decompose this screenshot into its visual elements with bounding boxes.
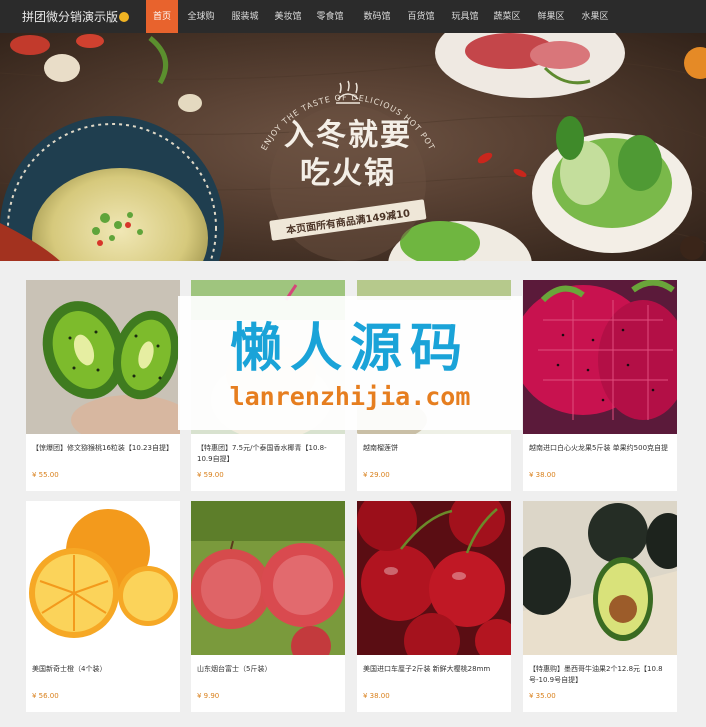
banner-headline-1: 入冬就要	[284, 118, 412, 153]
nav-item-home[interactable]: 首页	[146, 0, 178, 33]
product-card[interactable]: 美国新奇士橙（4个装） ¥ 56.00	[26, 501, 180, 712]
nav-item-fresh-fruit[interactable]: 鲜果区	[533, 0, 569, 33]
nav-item-vegetables[interactable]: 蔬菜区	[489, 0, 525, 33]
product-name: 越南进口白心火龙果5斤装 单果约500克自提	[529, 444, 669, 452]
apple-image	[191, 501, 345, 655]
product-name: 美国新奇士橙（4个装）	[32, 665, 107, 673]
hero-banner-art: ENJOY THE TASTE OF DELICIOUS HOT POT 入冬就…	[0, 33, 706, 261]
nav-item-department[interactable]: 百货馆	[403, 0, 439, 33]
product-price: ¥ 35.00	[529, 692, 556, 700]
site-title-text: 拼团微分销演示版	[22, 10, 119, 24]
product-card[interactable]: 【特惠购】墨西哥牛油果2个12.8元【10.8号-10.9号自提】 ¥ 35.0…	[523, 501, 677, 712]
product-card[interactable]: 越南进口白心火龙果5斤装 单果约500克自提 ¥ 38.00	[523, 280, 677, 491]
orange-image	[26, 501, 180, 655]
product-price: ¥ 38.00	[363, 692, 390, 700]
kiwi-image	[26, 280, 180, 434]
nav-item-global[interactable]: 全球购	[183, 0, 219, 33]
product-price: ¥ 9.90	[197, 692, 220, 700]
dragon-fruit-image	[523, 280, 677, 434]
watermark-cn: 懒人源码	[229, 319, 470, 379]
product-price: ¥ 38.00	[529, 471, 556, 479]
product-price: ¥ 59.00	[197, 471, 224, 479]
banner-headline-2: 吃火锅	[300, 156, 396, 191]
hero-banner[interactable]: ENJOY THE TASTE OF DELICIOUS HOT POT 入冬就…	[0, 33, 706, 261]
product-name: 美国进口车厘子2斤装 新鲜大樱桃28mm	[363, 665, 491, 673]
product-name: 越南榴莲饼	[363, 444, 398, 452]
product-card[interactable]: 山东烟台富士（5斤装） ¥ 9.90	[191, 501, 345, 712]
product-name: 山东烟台富士（5斤装）	[197, 665, 272, 673]
verified-badge-icon	[119, 12, 130, 22]
product-price: ¥ 55.00	[32, 471, 59, 479]
site-title[interactable]: 拼团微分销演示版	[22, 0, 130, 33]
product-name: 【惊爆团】修文猕猴桃16粒装【10.23自提】	[32, 444, 173, 452]
product-card[interactable]: 【惊爆团】修文猕猴桃16粒装【10.23自提】 ¥ 55.00	[26, 280, 180, 491]
nav-item-fruit[interactable]: 水果区	[577, 0, 613, 33]
product-name: 【特惠购】墨西哥牛油果2个12.8元【10.8号-10.9号自提】	[529, 665, 663, 684]
nav-item-toys[interactable]: 玩具馆	[447, 0, 483, 33]
cherry-image	[357, 501, 511, 655]
product-price: ¥ 56.00	[32, 692, 59, 700]
nav-item-snacks[interactable]: 零食馆	[312, 0, 348, 33]
watermark-en: lanrenzhijia.com	[229, 382, 471, 411]
nav-item-digital[interactable]: 数码馆	[359, 0, 395, 33]
nav-item-beauty[interactable]: 美妆馆	[270, 0, 306, 33]
avocado-image	[523, 501, 677, 655]
product-price: ¥ 29.00	[363, 471, 390, 479]
nav-item-clothing[interactable]: 服装城	[227, 0, 263, 33]
product-name: 【特惠团】7.5元/个泰国香水椰青【10.8-10.9自提】	[197, 444, 327, 463]
product-card[interactable]: 美国进口车厘子2斤装 新鲜大樱桃28mm ¥ 38.00	[357, 501, 511, 712]
top-nav-bar: 拼团微分销演示版 首页 全球购 服装城 美妆馆 零食馆 数码馆 百货馆 玩具馆 …	[0, 0, 706, 33]
watermark-overlay: 懒人源码 lanrenzhijia.com	[178, 296, 522, 430]
